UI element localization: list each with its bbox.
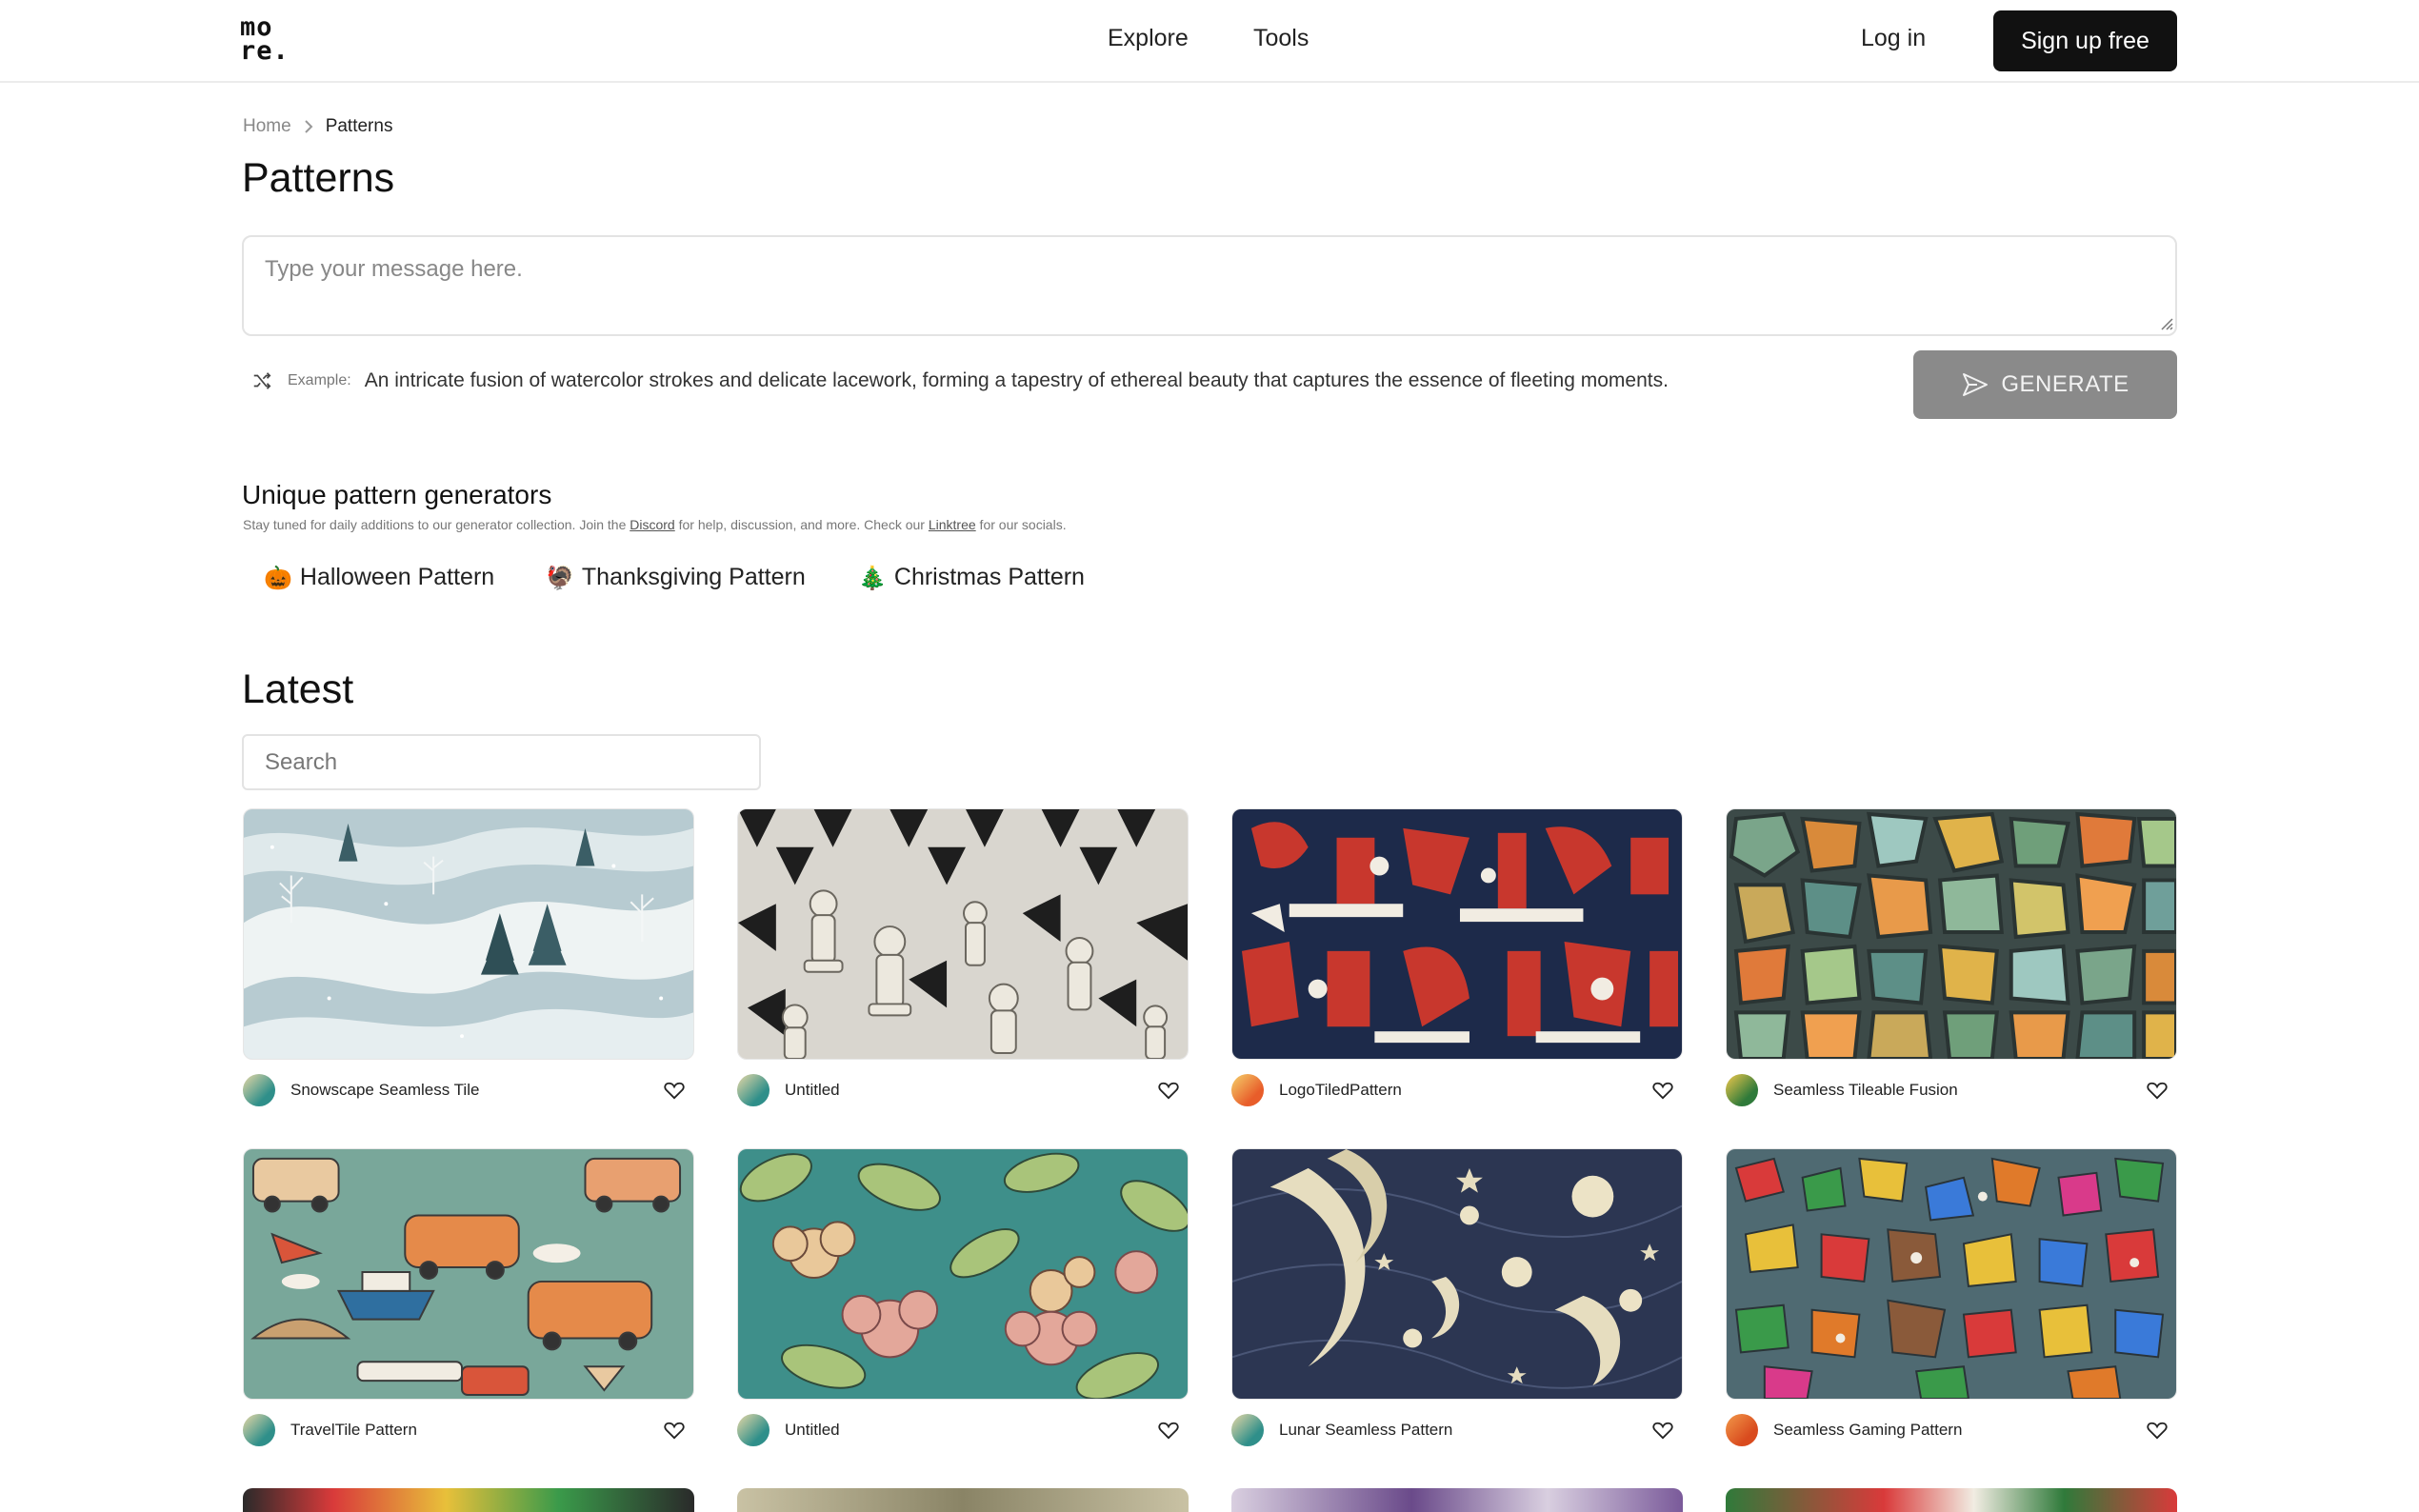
- heart-icon[interactable]: [2147, 1421, 2168, 1440]
- desc-text-1: Stay tuned for daily additions to our ge…: [243, 517, 630, 532]
- pattern-name[interactable]: LogoTiledPattern: [1279, 1081, 1402, 1100]
- pattern-thumbnail[interactable]: [1231, 1148, 1683, 1400]
- generators-description: Stay tuned for daily additions to our ge…: [243, 517, 1067, 532]
- avatar[interactable]: [1726, 1074, 1758, 1106]
- example-text[interactable]: An intricate fusion of watercolor stroke…: [365, 369, 1669, 392]
- chevron-right-icon: [304, 120, 313, 133]
- pattern-thumbnail[interactable]: [243, 808, 694, 1060]
- generator-halloween[interactable]: 🎃 Halloween Pattern: [264, 564, 494, 591]
- heart-icon[interactable]: [1158, 1421, 1179, 1440]
- prompt-input[interactable]: [242, 235, 2177, 336]
- pumpkin-icon: 🎃: [264, 564, 292, 591]
- pattern-name[interactable]: TravelTile Pattern: [290, 1421, 417, 1440]
- avatar[interactable]: [737, 1414, 770, 1446]
- discord-link[interactable]: Discord: [630, 517, 674, 532]
- logo-line-2: re.: [240, 36, 290, 66]
- pattern-card[interactable]: Seamless Gaming Pattern: [1726, 1148, 2177, 1449]
- login-link[interactable]: Log in: [1861, 25, 1926, 52]
- pattern-thumbnail[interactable]: [737, 1148, 1189, 1400]
- pattern-thumbnail[interactable]: [1231, 808, 1683, 1060]
- page-title: Patterns: [242, 155, 395, 201]
- pattern-name[interactable]: Snowscape Seamless Tile: [290, 1081, 479, 1100]
- generators-title: Unique pattern generators: [242, 480, 552, 509]
- nav-explore[interactable]: Explore: [1108, 25, 1189, 52]
- example-row: Example: An intricate fusion of watercol…: [251, 369, 1669, 392]
- pattern-thumbnail[interactable]: [1726, 808, 2177, 1060]
- pattern-thumbnail-partial[interactable]: [1726, 1488, 2177, 1512]
- pattern-card[interactable]: LogoTiledPattern: [1231, 808, 1683, 1109]
- generator-label: Christmas Pattern: [893, 564, 1085, 590]
- generate-button[interactable]: GENERATE: [1913, 350, 2177, 419]
- top-header: mo re. Explore Tools Log in Sign up free: [0, 0, 2419, 83]
- pattern-card[interactable]: Lunar Seamless Pattern: [1231, 1148, 1683, 1449]
- pattern-name[interactable]: Untitled: [785, 1081, 840, 1100]
- generator-christmas[interactable]: 🎄 Christmas Pattern: [858, 564, 1085, 591]
- pattern-name[interactable]: Seamless Gaming Pattern: [1773, 1421, 1962, 1440]
- generate-label: GENERATE: [2001, 371, 2129, 397]
- desc-text-2: for help, discussion, and more. Check ou…: [674, 517, 929, 532]
- send-icon: [1963, 373, 1989, 396]
- avatar[interactable]: [1231, 1414, 1264, 1446]
- avatar[interactable]: [243, 1074, 275, 1106]
- pattern-thumbnail-partial[interactable]: [1231, 1488, 1683, 1512]
- pattern-name[interactable]: Lunar Seamless Pattern: [1279, 1421, 1452, 1440]
- pattern-name[interactable]: Seamless Tileable Fusion: [1773, 1081, 1958, 1100]
- pattern-card[interactable]: TravelTile Pattern: [243, 1148, 694, 1449]
- pattern-card[interactable]: Snowscape Seamless Tile: [243, 808, 694, 1109]
- breadcrumb: Home Patterns: [243, 116, 392, 137]
- christmas-tree-icon: 🎄: [858, 564, 887, 591]
- heart-icon[interactable]: [664, 1421, 685, 1440]
- generator-label: Halloween Pattern: [299, 564, 495, 590]
- example-label: Example:: [288, 372, 351, 388]
- pattern-thumbnail-partial[interactable]: [737, 1488, 1189, 1512]
- heart-icon[interactable]: [664, 1081, 685, 1100]
- signup-button[interactable]: Sign up free: [1993, 10, 2177, 71]
- heart-icon[interactable]: [1652, 1421, 1673, 1440]
- pattern-thumbnail[interactable]: [737, 808, 1189, 1060]
- latest-title: Latest: [242, 666, 354, 712]
- logo[interactable]: mo re.: [240, 14, 293, 69]
- pattern-card[interactable]: Untitled: [737, 1148, 1189, 1449]
- heart-icon[interactable]: [1158, 1081, 1179, 1100]
- pattern-thumbnail[interactable]: [243, 1148, 694, 1400]
- heart-icon[interactable]: [1652, 1081, 1673, 1100]
- generator-label: Thanksgiving Pattern: [581, 564, 806, 590]
- avatar[interactable]: [243, 1414, 275, 1446]
- heart-icon[interactable]: [2147, 1081, 2168, 1100]
- linktree-link[interactable]: Linktree: [929, 517, 976, 532]
- pattern-name[interactable]: Untitled: [785, 1421, 840, 1440]
- generator-thanksgiving[interactable]: 🦃 Thanksgiving Pattern: [546, 564, 806, 591]
- pattern-card[interactable]: Untitled: [737, 808, 1189, 1109]
- avatar[interactable]: [1231, 1074, 1264, 1106]
- turkey-icon: 🦃: [546, 564, 574, 591]
- pattern-thumbnail-partial[interactable]: [243, 1488, 694, 1512]
- pattern-thumbnail[interactable]: [1726, 1148, 2177, 1400]
- avatar[interactable]: [737, 1074, 770, 1106]
- nav-tools[interactable]: Tools: [1253, 25, 1309, 52]
- avatar[interactable]: [1726, 1414, 1758, 1446]
- breadcrumb-current: Patterns: [325, 116, 393, 136]
- resize-handle-icon[interactable]: [2160, 317, 2173, 330]
- desc-text-3: for our socials.: [975, 517, 1067, 532]
- shuffle-icon[interactable]: [251, 370, 272, 391]
- pattern-card[interactable]: Seamless Tileable Fusion: [1726, 808, 2177, 1109]
- search-input[interactable]: [242, 734, 761, 790]
- breadcrumb-home[interactable]: Home: [243, 116, 291, 137]
